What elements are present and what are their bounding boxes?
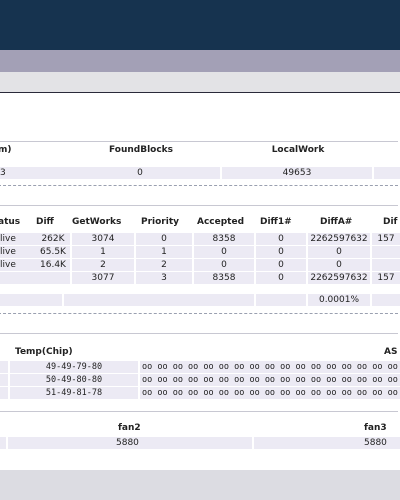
summary-cell: 3 [0,167,60,179]
fan-header-fan3: fan3 [364,423,387,433]
navigation-bar [0,50,400,72]
content-spacer [0,72,400,92]
summary-cell: 49653 [222,167,372,179]
pools-cell: live [0,233,36,245]
chip-cell [0,374,8,386]
pools-cell: 157 [372,272,400,284]
summary-header-foundblocks: FoundBlocks [108,145,174,155]
table-row: 51-49-81-78 oo oo oo oo oo oo oo oo oo oo… [0,387,400,399]
chips-header-asic: AS [384,347,398,357]
divider [0,205,398,206]
pools-cell: 0 [256,272,306,284]
pools-header-diffa: DiffA# [320,217,353,227]
top-header-bar [0,0,400,50]
pools-cell [372,259,400,271]
pools-cell: 1 [72,246,134,258]
chip-status-cell: oo oo oo oo oo oo oo oo oo oo oo oo oo o… [140,374,400,386]
pools-cell [372,246,400,258]
pools-cell [64,294,254,306]
fan-header-fan2: fan2 [118,423,141,433]
pools-header-status: atus [0,217,21,227]
summary-cell [374,167,400,179]
pools-cell: 0 [136,233,192,245]
table-row: live 16.4K 2 2 0 0 0 [0,259,400,271]
pools-cell: 0 [308,246,370,258]
pools-header-accepted: Accepted [197,217,245,227]
chip-temp-cell: 49-49-79-80 [10,361,138,373]
pools-cell: 0 [194,259,254,271]
fan-cell: 5880 [254,437,400,449]
pools-cell: 2 [136,259,192,271]
divider [0,411,398,412]
chip-cell [0,361,8,373]
chip-status-cell: oo oo oo oo oo oo oo oo oo oo oo oo oo o… [140,387,400,399]
pools-cell [36,272,70,284]
pools-cell: 2262597632 [308,272,370,284]
pools-cell [372,294,400,306]
pools-cell: 262K [36,233,70,245]
divider [0,313,398,314]
pools-header-diff: Diff [36,217,54,227]
pools-header-getworks: GetWorks [72,217,122,227]
pools-cell: 0.0001% [308,294,370,306]
status-panel: m) FoundBlocks LocalWork 3 0 49653 atus … [0,92,400,471]
pools-header-dif: Dif [383,217,398,227]
pools-cell: 0 [194,246,254,258]
pools-cell: 2 [72,259,134,271]
pools-cell [0,272,36,284]
pools-cell: 65.5K [36,246,70,258]
pools-cell: 0 [308,259,370,271]
pools-cell: 2262597632 [308,233,370,245]
table-row: 5880 5880 [0,437,400,449]
pools-cell [0,294,62,306]
pools-header-diff1: Diff1# [260,217,292,227]
table-row: live 262K 3074 0 8358 0 2262597632 157 [0,233,400,245]
table-row: 49-49-79-80 oo oo oo oo oo oo oo oo oo oo… [0,361,400,373]
pools-cell: 0 [256,233,306,245]
table-row: 50-49-80-80 oo oo oo oo oo oo oo oo oo oo… [0,374,400,386]
pools-cell: 1 [136,246,192,258]
table-row: 3 0 49653 [0,167,400,179]
fan-cell: 5880 [8,437,252,449]
pools-cell: 3 [136,272,192,284]
summary-header-0: m) [0,145,12,155]
pools-cell: 157 [372,233,400,245]
pools-cell: 8358 [194,272,254,284]
chip-temp-cell: 50-49-80-80 [10,374,138,386]
fan-cell [0,437,6,449]
divider [0,185,398,186]
pools-cell: live [0,246,36,258]
pools-header-priority: Priority [141,217,179,227]
table-row: 3077 3 8358 0 2262597632 157 [0,272,400,284]
chip-status-cell: oo oo oo oo oo oo oo oo oo oo oo oo oo o… [140,361,400,373]
chip-cell [0,387,8,399]
pools-cell: live [0,259,36,271]
pools-cell: 3074 [72,233,134,245]
chip-temp-cell: 51-49-81-78 [10,387,138,399]
divider [0,141,398,142]
pools-cell [256,294,306,306]
summary-header-localwork: LocalWork [271,145,325,155]
pools-cell: 8358 [194,233,254,245]
bottom-area [0,470,400,500]
table-row: 0.0001% [0,294,400,306]
summary-cell: 0 [60,167,220,179]
pools-cell: 3077 [72,272,134,284]
pools-cell: 0 [256,246,306,258]
chips-header-temp: Temp(Chip) [15,347,73,357]
pools-cell: 0 [256,259,306,271]
table-row: live 65.5K 1 1 0 0 0 [0,246,400,258]
divider [0,333,398,334]
pools-cell: 16.4K [36,259,70,271]
